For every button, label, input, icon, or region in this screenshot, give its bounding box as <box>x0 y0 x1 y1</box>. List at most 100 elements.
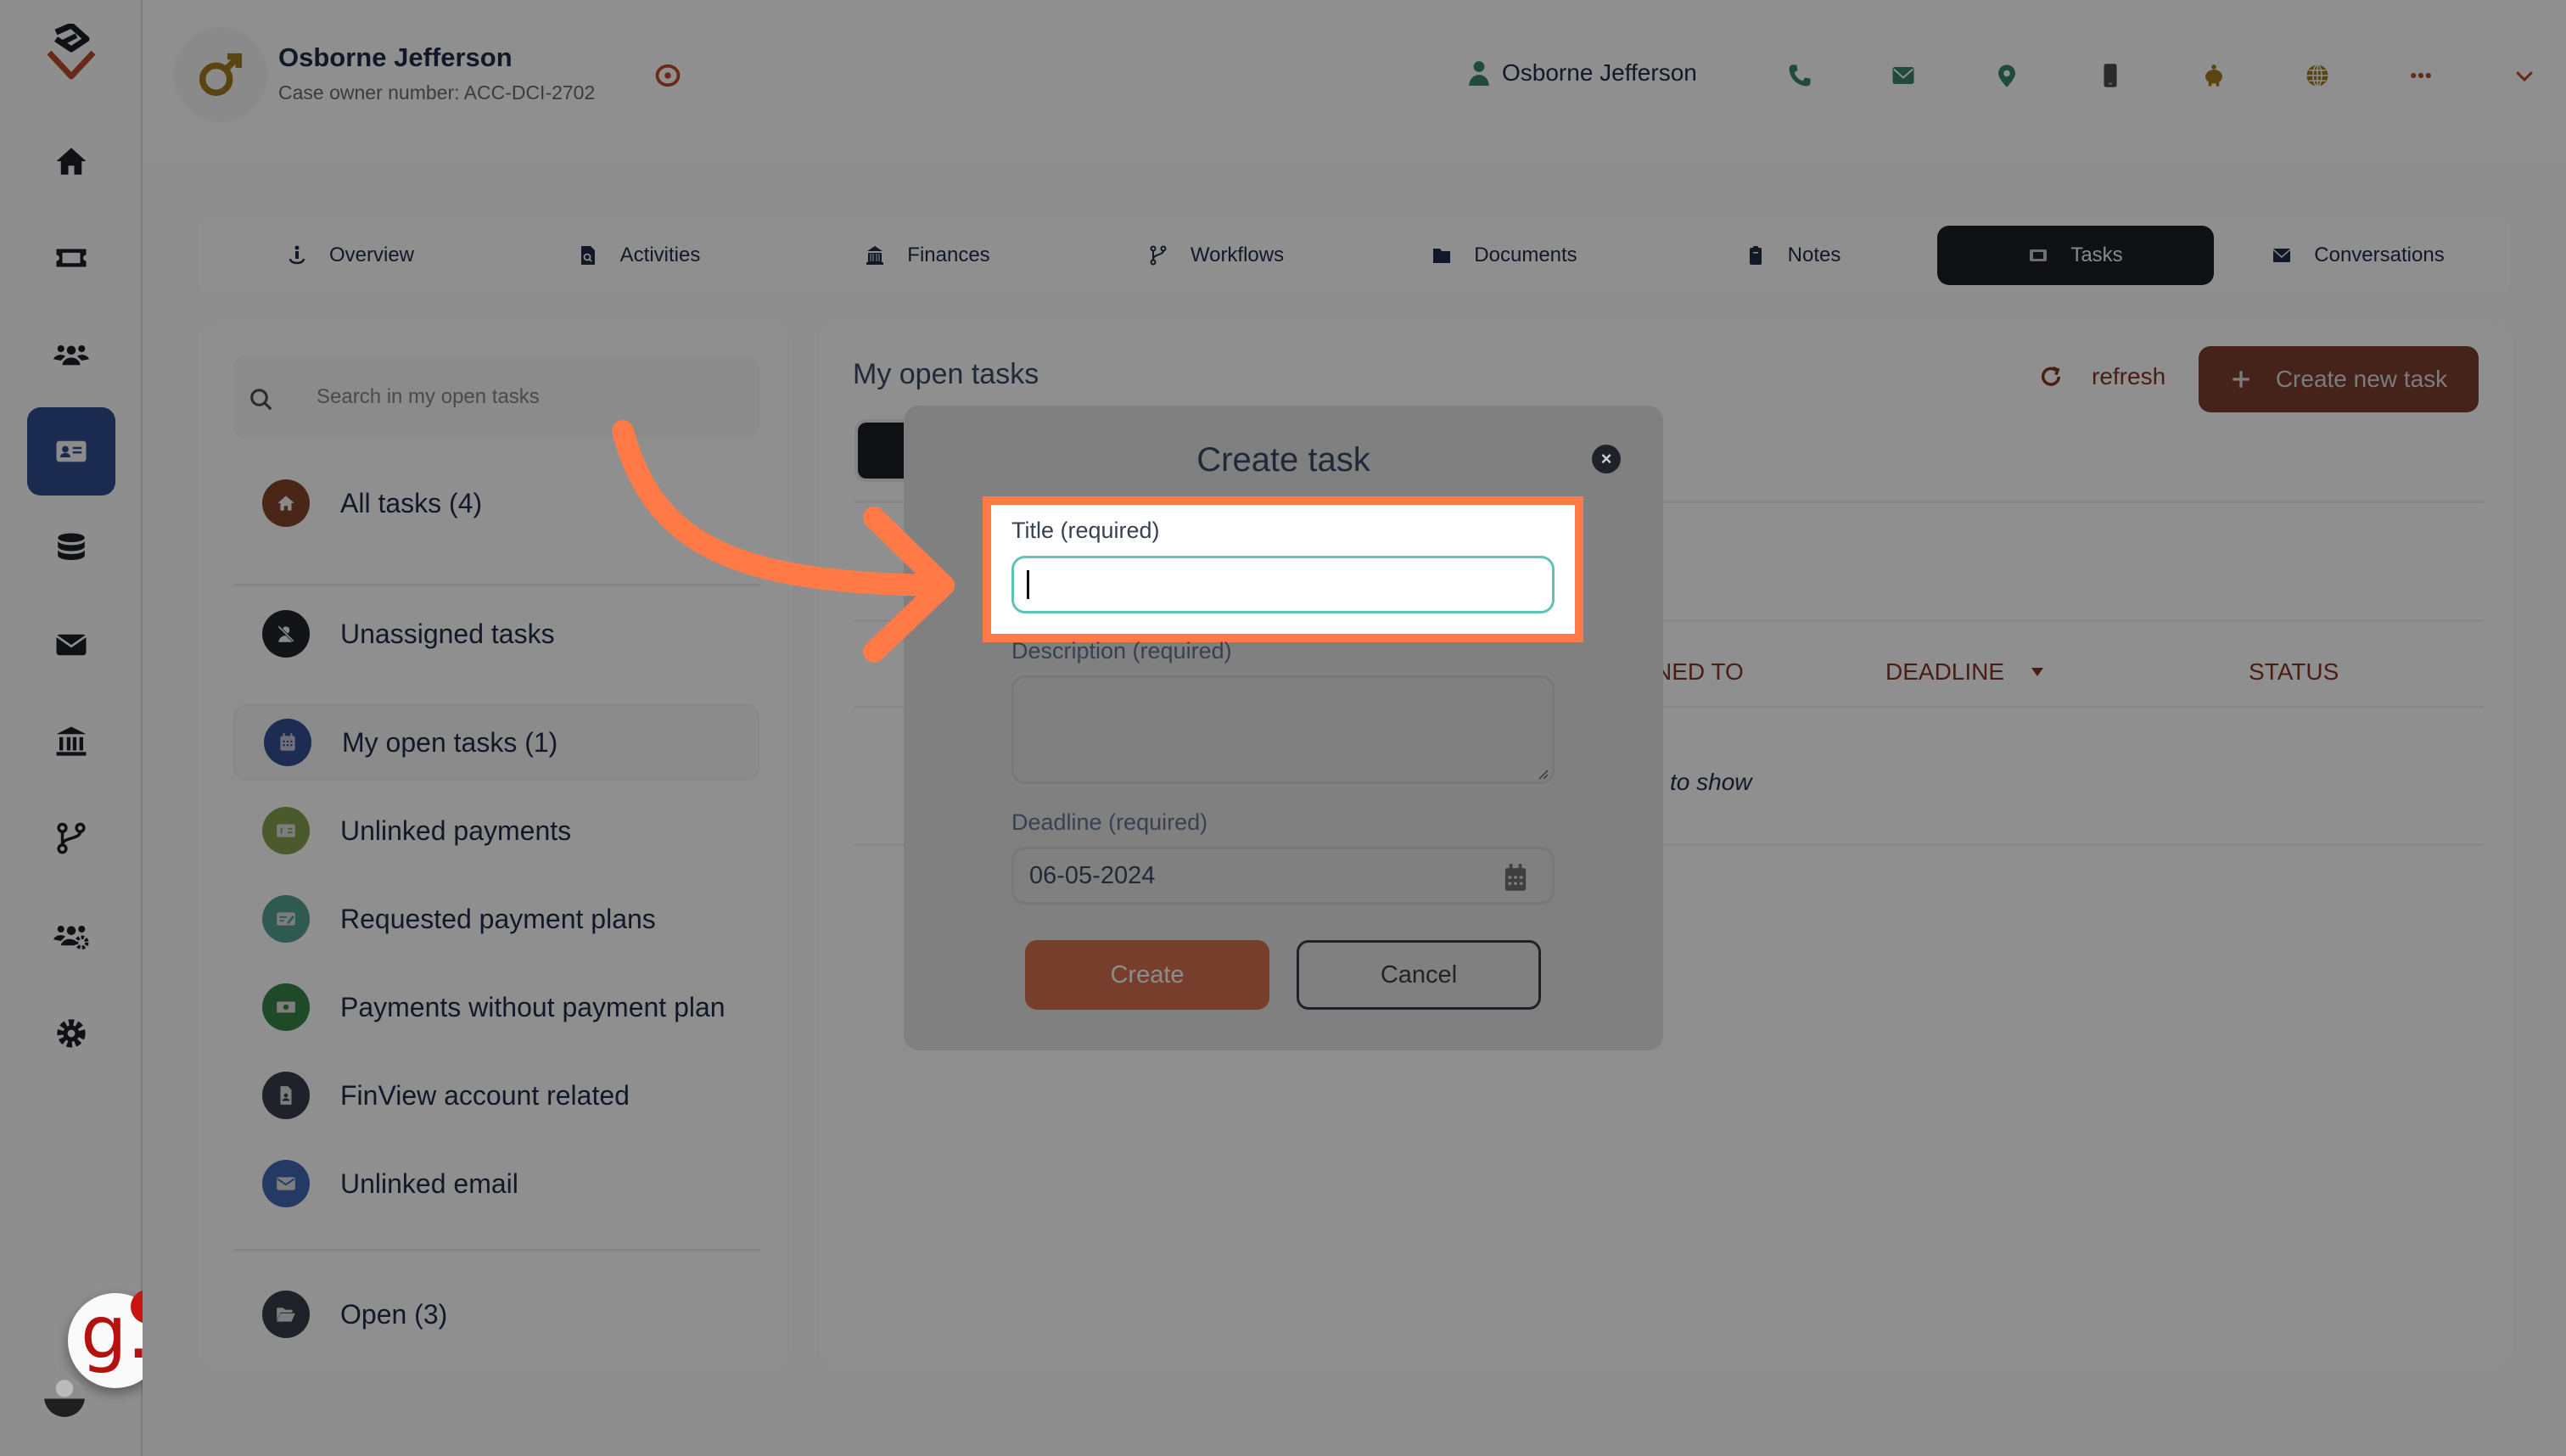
money-check-icon <box>262 807 310 854</box>
contact-person-name: Osborne Jefferson <box>1502 59 1697 86</box>
filter-label: Unlinked payments <box>340 815 572 846</box>
plus-icon <box>2233 371 2249 388</box>
tasks-icon <box>2030 249 2048 261</box>
modal-title: Create task <box>1196 441 1370 479</box>
tab-overview[interactable]: Overview <box>206 226 495 285</box>
tab-finances[interactable]: Finances <box>783 226 1072 285</box>
rail-workflows[interactable] <box>27 794 115 882</box>
deadline-input[interactable]: 06-05-2024 <box>1011 847 1555 904</box>
search-icon <box>250 389 272 411</box>
text-cursor <box>1027 570 1029 599</box>
map-pin-icon <box>1998 64 2015 87</box>
filter-all-tasks[interactable]: All tasks (4) <box>233 465 759 541</box>
more-button[interactable] <box>2403 58 2439 93</box>
filter-unlinked-payments[interactable]: Unlinked payments <box>233 792 759 869</box>
folder-open-icon <box>262 1291 310 1338</box>
envelope-icon <box>1892 67 1914 84</box>
phone-button[interactable] <box>1782 58 1818 93</box>
ticket-icon <box>56 249 87 267</box>
app-logo[interactable] <box>37 24 105 83</box>
task-filter-panel: All tasks (4) Unassigned tasks My open t… <box>198 321 792 1368</box>
calendar-icon[interactable] <box>1503 863 1528 892</box>
mobile-button[interactable] <box>2093 58 2128 93</box>
filter-unassigned-tasks[interactable]: Unassigned tasks <box>233 596 759 672</box>
resize-grip-icon[interactable] <box>1536 767 1549 781</box>
column-assigned-to[interactable]: NED TO <box>1655 658 1744 686</box>
divider <box>233 584 759 586</box>
tab-documents[interactable]: Documents <box>1360 226 1649 285</box>
rail-home[interactable] <box>27 117 115 205</box>
refresh-button[interactable]: refresh <box>2039 363 2165 390</box>
title-label: Title (required) <box>1011 518 1160 543</box>
tab-label: Activities <box>619 244 701 266</box>
bank-icon <box>866 246 884 265</box>
cancel-button[interactable]: Cancel <box>1297 940 1541 1010</box>
tab-label: Documents <box>1474 244 1577 266</box>
id-card-icon <box>56 440 87 462</box>
create-new-task-button[interactable]: Create new task <box>2199 346 2479 412</box>
home-icon <box>56 148 87 175</box>
info-icon <box>289 245 305 265</box>
more-icon <box>2411 72 2431 79</box>
description-input[interactable] <box>1011 675 1555 784</box>
rail-contacts[interactable] <box>27 407 115 496</box>
tab-workflows[interactable]: Workflows <box>1072 226 1360 285</box>
refresh-label: refresh <box>2092 363 2166 389</box>
users-icon <box>53 344 89 366</box>
user-icon <box>1469 61 1489 86</box>
filter-label: Unlinked email <box>340 1168 518 1199</box>
sort-desc-icon <box>2031 668 2044 676</box>
tab-notes[interactable]: Notes <box>1649 226 1937 285</box>
filter-open[interactable]: Open (3) <box>233 1276 759 1352</box>
rail-mail[interactable] <box>27 601 115 689</box>
expand-header-button[interactable] <box>2507 58 2542 93</box>
gear-icon <box>57 1019 86 1048</box>
empty-state-text: to show <box>1670 769 1752 795</box>
filter-finview-account[interactable]: FinView account related <box>233 1057 759 1134</box>
close-button[interactable]: × <box>1592 445 1621 473</box>
tab-tasks[interactable]: Tasks <box>1937 226 2214 285</box>
rail-database[interactable] <box>27 504 115 592</box>
website-button[interactable] <box>2300 58 2335 93</box>
clipboard-icon <box>1749 246 1762 265</box>
task-search[interactable] <box>233 355 759 440</box>
close-icon: × <box>1600 448 1612 469</box>
user-avatar[interactable] <box>44 1376 85 1417</box>
create-new-task-label: Create new task <box>2275 366 2448 392</box>
home-icon <box>262 479 310 527</box>
rail-user-settings[interactable] <box>27 891 115 979</box>
deadline-value: 06-05-2024 <box>1029 861 1156 889</box>
tab-conversations[interactable]: Conversations <box>2214 226 2502 285</box>
location-button[interactable] <box>1989 58 2025 93</box>
email-button[interactable] <box>1885 58 1921 93</box>
eye-icon[interactable] <box>653 63 682 88</box>
filter-requested-payment-plans[interactable]: Requested payment plans <box>233 881 759 957</box>
file-user-icon <box>262 1072 310 1119</box>
calendar-icon <box>264 719 311 766</box>
rail-users[interactable] <box>27 311 115 399</box>
phone-icon <box>1789 64 1811 87</box>
filter-my-open-tasks[interactable]: My open tasks (1) <box>233 704 759 781</box>
rail-settings[interactable] <box>27 989 115 1078</box>
rail-bank[interactable] <box>27 697 115 786</box>
column-deadline[interactable]: DEADLINE <box>1885 658 2045 686</box>
filter-label: FinView account related <box>340 1079 630 1111</box>
create-button[interactable]: Create <box>1025 940 1269 1010</box>
tab-activities[interactable]: Activities <box>495 226 783 285</box>
filter-label: Requested payment plans <box>340 903 656 934</box>
search-input[interactable] <box>317 385 759 409</box>
database-icon <box>58 533 85 560</box>
folder-icon <box>1433 249 1451 263</box>
users-gear-icon <box>53 925 89 950</box>
envelope-icon <box>262 1160 310 1207</box>
piggy-bank-icon <box>2205 64 2222 87</box>
money-check-pen-icon <box>262 895 310 943</box>
filter-unlinked-email[interactable]: Unlinked email <box>233 1145 759 1222</box>
savings-button[interactable] <box>2196 58 2232 93</box>
filter-payments-without-plan[interactable]: Payments without payment plan <box>233 969 759 1045</box>
rail-ticket[interactable] <box>27 214 115 302</box>
contact-name: Osborne Jefferson <box>278 42 513 72</box>
contact-person[interactable]: Osborne Jefferson <box>1468 59 1697 87</box>
column-status[interactable]: STATUS <box>2249 658 2339 686</box>
title-input[interactable] <box>1011 556 1555 613</box>
